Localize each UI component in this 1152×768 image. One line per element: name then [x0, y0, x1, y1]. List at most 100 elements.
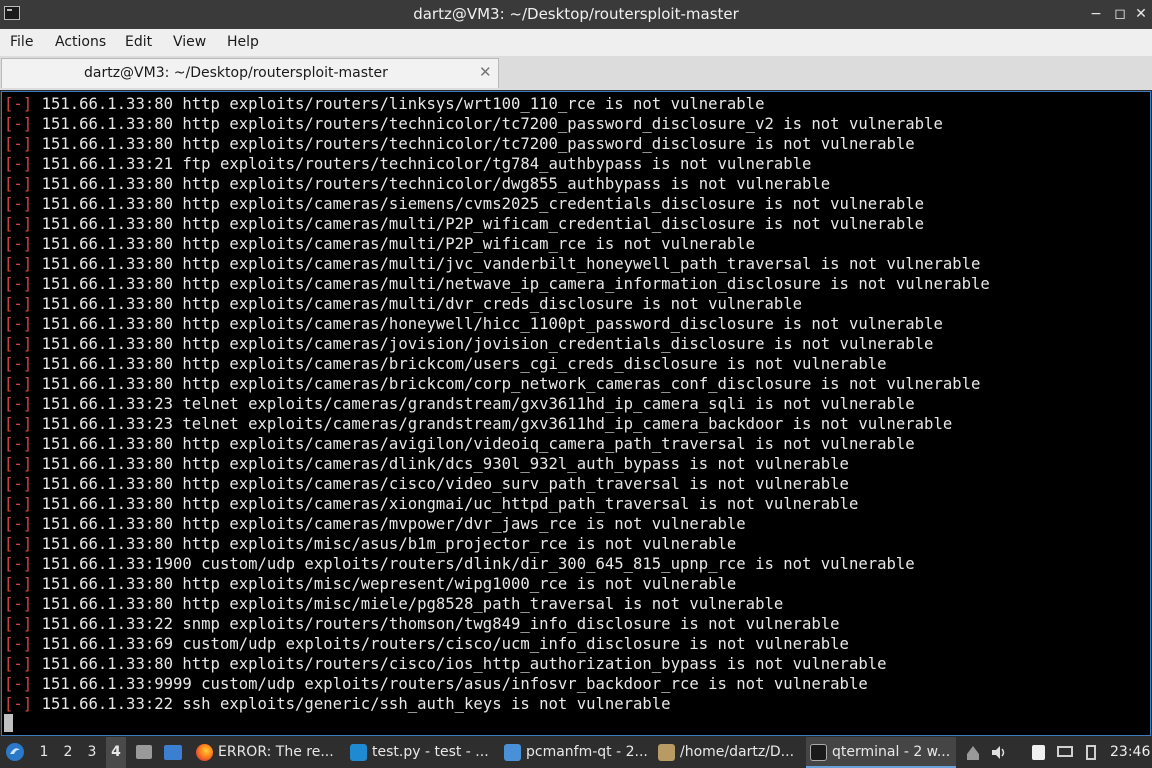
terminal-line: [-] 151.66.1.33:80 http exploits/routers…: [4, 654, 990, 674]
menu-help[interactable]: Help: [227, 34, 259, 50]
firefox-icon: [196, 744, 213, 761]
error-prefix: [-]: [4, 675, 33, 693]
error-prefix: [-]: [4, 575, 33, 593]
error-prefix: [-]: [4, 695, 33, 713]
terminal-line: [-] 151.66.1.33:80 http exploits/cameras…: [4, 194, 990, 214]
terminal-line: [-] 151.66.1.33:9999 custom/udp exploits…: [4, 674, 990, 694]
terminal-line: [-] 151.66.1.33:80 http exploits/routers…: [4, 114, 990, 134]
volume-icon[interactable]: [990, 744, 1008, 761]
terminal-line: [-] 151.66.1.33:80 http exploits/cameras…: [4, 514, 990, 534]
clock[interactable]: 23:46: [1110, 737, 1150, 768]
terminal-output[interactable]: [-] 151.66.1.33:80 http exploits/routers…: [1, 91, 1151, 736]
error-prefix: [-]: [4, 335, 33, 353]
error-prefix: [-]: [4, 595, 33, 613]
error-prefix: [-]: [4, 455, 33, 473]
error-prefix: [-]: [4, 255, 33, 273]
terminal-line-text: 151.66.1.33:80 http exploits/cameras/sie…: [41, 195, 925, 213]
clipboard-icon[interactable]: [1030, 744, 1048, 761]
show-desktop-button[interactable]: [134, 737, 154, 768]
workspace-1[interactable]: 1: [34, 737, 54, 768]
terminal-line-text: 151.66.1.33:80 http exploits/cameras/mul…: [41, 215, 925, 233]
terminal-line: [-] 151.66.1.33:80 http exploits/cameras…: [4, 274, 990, 294]
terminal-line: [-] 151.66.1.33:80 http exploits/cameras…: [4, 474, 990, 494]
menu-actions[interactable]: Actions: [55, 34, 106, 50]
terminal-line-text: 151.66.1.33:80 http exploits/cameras/mvp…: [41, 515, 746, 533]
terminal-line: [-] 151.66.1.33:80 http exploits/cameras…: [4, 254, 990, 274]
terminal-line: [-] 151.66.1.33:80 http exploits/cameras…: [4, 354, 990, 374]
menu-view[interactable]: View: [173, 34, 206, 50]
tab-terminal[interactable]: dartz@VM3: ~/Desktop/routersploit-master…: [1, 58, 499, 88]
terminal-lines: [-] 151.66.1.33:80 http exploits/routers…: [4, 94, 990, 714]
error-prefix: [-]: [4, 115, 33, 133]
terminal-line-text: 151.66.1.33:80 http exploits/cameras/cis…: [41, 475, 849, 493]
task-label: /home/dartz/D...: [680, 744, 795, 760]
update-tray-icon[interactable]: [964, 744, 982, 761]
terminal-line: [-] 151.66.1.33:80 http exploits/cameras…: [4, 454, 990, 474]
terminal-line: [-] 151.66.1.33:80 http exploits/cameras…: [4, 294, 990, 314]
error-prefix: [-]: [4, 175, 33, 193]
error-prefix: [-]: [4, 475, 33, 493]
error-prefix: [-]: [4, 635, 33, 653]
error-prefix: [-]: [4, 195, 33, 213]
terminal-line-text: 151.66.1.33:23 telnet exploits/cameras/g…: [41, 415, 953, 433]
task-qterminal[interactable]: qterminal - 2 w...: [806, 737, 956, 768]
tab-close-icon[interactable]: ✕: [479, 63, 492, 81]
terminal-icon: [810, 744, 827, 761]
error-prefix: [-]: [4, 275, 33, 293]
folder-icon: [504, 744, 521, 761]
start-menu-button[interactable]: [4, 737, 28, 768]
terminal-line: [-] 151.66.1.33:23 telnet exploits/camer…: [4, 414, 990, 434]
error-prefix: [-]: [4, 535, 33, 553]
terminal-line: [-] 151.66.1.33:1900 custom/udp exploits…: [4, 554, 990, 574]
task-file-manager[interactable]: /home/dartz/D...: [654, 737, 802, 768]
terminal-line-text: 151.66.1.33:22 snmp exploits/routers/tho…: [41, 615, 840, 633]
taskbar: 1 2 3 4 ERROR: The re... test.py - test …: [0, 737, 1152, 768]
error-prefix: [-]: [4, 435, 33, 453]
task-pcmanfm[interactable]: pcmanfm-qt - 2...: [500, 737, 650, 768]
error-prefix: [-]: [4, 655, 33, 673]
task-firefox[interactable]: ERROR: The re...: [192, 737, 340, 768]
error-prefix: [-]: [4, 315, 33, 333]
window-titlebar[interactable]: dartz@VM3: ~/Desktop/routersploit-master…: [0, 0, 1152, 29]
task-vscode[interactable]: test.py - test - ...: [346, 737, 494, 768]
menu-edit[interactable]: Edit: [125, 34, 152, 50]
workspace-3[interactable]: 3: [82, 737, 102, 768]
workspace-2[interactable]: 2: [58, 737, 78, 768]
terminal-line: [-] 151.66.1.33:80 http exploits/cameras…: [4, 214, 990, 234]
file-manager-icon: [658, 744, 675, 761]
maximize-button[interactable]: ◻: [1110, 4, 1130, 24]
vscode-icon: [350, 744, 367, 761]
terminal-line: [-] 151.66.1.33:23 telnet exploits/camer…: [4, 394, 990, 414]
error-prefix: [-]: [4, 375, 33, 393]
terminal-line-text: 151.66.1.33:1900 custom/udp exploits/rou…: [41, 555, 915, 573]
terminal-line-text: 151.66.1.33:80 http exploits/misc/asus/b…: [41, 535, 737, 553]
start-menu-icon: [6, 743, 24, 761]
battery-icon[interactable]: [1082, 744, 1100, 761]
error-prefix: [-]: [4, 495, 33, 513]
menu-file[interactable]: File: [10, 34, 33, 50]
error-prefix: [-]: [4, 155, 33, 173]
terminal-line-text: 151.66.1.33:80 http exploits/routers/tec…: [41, 115, 943, 133]
error-prefix: [-]: [4, 95, 33, 113]
desktop-switcher-button[interactable]: [162, 737, 184, 768]
tab-bar: dartz@VM3: ~/Desktop/routersploit-master…: [0, 56, 1152, 90]
task-label: test.py - test - ...: [372, 744, 489, 760]
terminal-line: [-] 151.66.1.33:22 snmp exploits/routers…: [4, 614, 990, 634]
terminal-line-text: 151.66.1.33:80 http exploits/cameras/jov…: [41, 335, 934, 353]
terminal-line: [-] 151.66.1.33:22 ssh exploits/generic/…: [4, 694, 990, 714]
terminal-cursor: [4, 714, 13, 732]
error-prefix: [-]: [4, 235, 33, 253]
desktop-icon: [164, 745, 182, 760]
terminal-line: [-] 151.66.1.33:80 http exploits/cameras…: [4, 494, 990, 514]
terminal-line-text: 151.66.1.33:80 http exploits/cameras/mul…: [41, 255, 981, 273]
terminal-line: [-] 151.66.1.33:80 http exploits/routers…: [4, 174, 990, 194]
network-icon[interactable]: [1056, 744, 1074, 761]
task-label: ERROR: The re...: [218, 744, 334, 760]
terminal-line: [-] 151.66.1.33:80 http exploits/cameras…: [4, 234, 990, 254]
close-button[interactable]: ✕: [1131, 4, 1151, 24]
workspace-4[interactable]: 4: [106, 737, 126, 768]
terminal-line: [-] 151.66.1.33:21 ftp exploits/routers/…: [4, 154, 990, 174]
terminal-line: [-] 151.66.1.33:80 http exploits/misc/mi…: [4, 594, 990, 614]
terminal-line-text: 151.66.1.33:69 custom/udp exploits/route…: [41, 635, 849, 653]
minimize-button[interactable]: −: [1086, 4, 1106, 24]
